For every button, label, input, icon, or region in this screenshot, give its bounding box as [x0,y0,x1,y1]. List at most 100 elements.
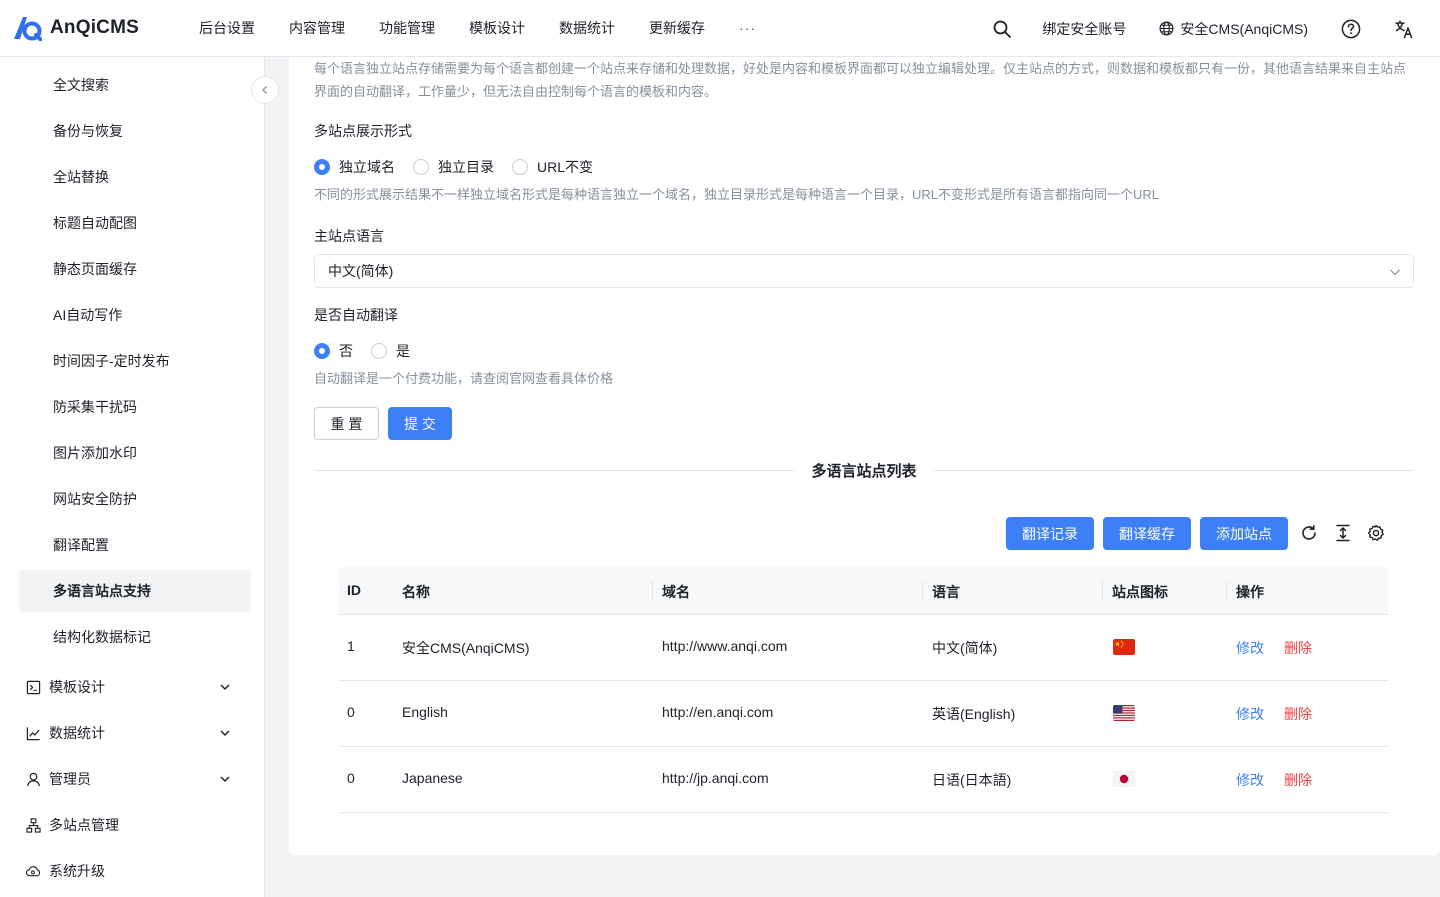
column-header-name: 名称 [402,584,430,600]
cell-domain: http://en.anqi.com [662,704,774,720]
translate-icon[interactable] [1394,19,1414,39]
site-switcher[interactable]: 安全CMS(AnqiCMS) [1159,19,1308,39]
cell-language: 英语(English) [932,706,1016,722]
help-icon[interactable] [1341,19,1361,39]
user-icon [25,771,41,787]
cell-id: 0 [347,770,355,786]
sidebar-item-ai-writing[interactable]: AI自动写作 [19,294,251,336]
multilang-intro-text: 每个语言独立站点存储需要为每个语言都创建一个站点来存储和处理数据，好处是内容和模… [314,61,1407,99]
column-header-domain: 域名 [662,584,690,600]
sidebar-group-admin[interactable]: 管理员 [19,758,251,800]
submit-button[interactable]: 提 交 [388,407,452,440]
refresh-icon[interactable] [1299,523,1319,543]
sidebar-collapse-button[interactable] [251,76,279,104]
reset-button[interactable]: 重 置 [314,407,379,440]
main-language-select[interactable]: 中文(简体) [314,254,1414,288]
delete-link[interactable]: 删除 [1284,770,1312,790]
settings-icon[interactable] [1366,523,1386,543]
sidebar-group-template[interactable]: 模板设计 [19,666,251,708]
topnav-template[interactable]: 模板设计 [469,18,525,38]
cell-name: Japanese [402,770,463,786]
add-site-button[interactable]: 添加站点 [1200,517,1288,550]
radio-independent-domain[interactable]: 独立域名 [314,157,395,177]
sidebar-group-label: 模板设计 [49,679,105,695]
delete-link[interactable]: 删除 [1284,704,1312,724]
radio-dot [413,159,429,175]
display-mode-radio-group: 独立域名 独立目录 URL不变 [314,157,611,177]
topnav-more[interactable]: ··· [739,20,756,36]
sidebar-item-structured-data[interactable]: 结构化数据标记 [19,616,251,658]
chevron-down-icon [1389,265,1401,281]
radio-independent-directory[interactable]: 独立目录 [413,157,494,177]
top-nav: 后台设置 内容管理 功能管理 模板设计 数据统计 更新缓存 ··· [199,18,756,38]
sidebar-group-multisite[interactable]: 多站点管理 [19,804,251,846]
column-separator [1102,581,1103,601]
sidebar-item-security[interactable]: 网站安全防护 [19,478,251,520]
density-icon[interactable] [1333,523,1353,543]
cell-language: 中文(简体) [932,640,998,656]
edit-link[interactable]: 修改 [1236,770,1264,790]
sidebar-item-anti-scrape[interactable]: 防采集干扰码 [19,386,251,428]
sidebar-item-fulltext-search[interactable]: 全文搜索 [19,64,251,106]
bind-account-link[interactable]: 绑定安全账号 [1042,19,1126,39]
column-header-actions: 操作 [1236,584,1264,600]
edit-link[interactable]: 修改 [1236,638,1264,658]
display-mode-label: 多站点展示形式 [314,123,412,139]
top-bar: AnQiCMS 后台设置 内容管理 功能管理 模板设计 数据统计 更新缓存 ··… [0,0,1440,57]
cell-id: 0 [347,704,355,720]
auto-translate-help: 自动翻译是一个付费功能，请查阅官网查看具体价格 [314,371,614,386]
column-separator [922,581,923,601]
sidebar-item-backup[interactable]: 备份与恢复 [19,110,251,152]
table-row: 1 安全CMS(AnqiCMS) http://www.anqi.com 中文(… [339,615,1388,681]
radio-dot [314,343,330,359]
column-separator [652,581,653,601]
sidebar-item-static-cache[interactable]: 静态页面缓存 [19,248,251,290]
chevron-down-icon [219,772,231,788]
sidebar-item-translate-config[interactable]: 翻译配置 [19,524,251,566]
table-header: ID 名称 域名 语言 站点图标 操作 [339,567,1388,615]
sidebar-item-watermark[interactable]: 图片添加水印 [19,432,251,474]
radio-url-unchanged[interactable]: URL不变 [512,157,593,177]
app-name: AnQiCMS [50,17,140,38]
app-logo[interactable]: AnQiCMS [12,15,192,42]
sidebar-group-label: 系统升级 [49,863,105,879]
sidebar-item-timed-publish[interactable]: 时间因子-定时发布 [19,340,251,382]
cloud-icon [25,863,41,879]
radio-auto-translate-no[interactable]: 否 [314,341,353,361]
sidebar-item-multilang[interactable]: 多语言站点支持 [19,570,251,612]
chevron-down-icon [219,726,231,742]
topnav-backend-settings[interactable]: 后台设置 [199,18,255,38]
translation-log-button[interactable]: 翻译记录 [1006,517,1094,550]
translation-cache-button[interactable]: 翻译缓存 [1103,517,1191,550]
topnav-cache[interactable]: 更新缓存 [649,18,705,38]
chevron-down-icon [219,680,231,696]
template-icon [25,679,41,695]
main-language-label: 主站点语言 [314,228,384,244]
main-card: 每个语言独立站点存储需要为每个语言都创建一个站点来存储和处理数据，好处是内容和模… [289,57,1440,855]
delete-link[interactable]: 删除 [1284,638,1312,658]
chevron-left-icon [262,86,267,94]
topnav-content[interactable]: 内容管理 [289,18,345,38]
main-language-value: 中文(简体) [328,263,394,279]
cell-name: 安全CMS(AnqiCMS) [402,640,530,656]
topnav-stats[interactable]: 数据统计 [559,18,615,38]
table-row: 0 Japanese http://jp.anqi.com 日语(日本語) 修改… [339,747,1388,813]
auto-translate-radio-group: 否 是 [314,341,428,361]
sidebar-item-auto-image[interactable]: 标题自动配图 [19,202,251,244]
site-list-title: 多语言站点列表 [795,463,933,480]
edit-link[interactable]: 修改 [1236,704,1264,724]
table-row: 0 English http://en.anqi.com 英语(English)… [339,681,1388,747]
sidebar-group-upgrade[interactable]: 系统升级 [19,850,251,892]
sidebar-item-replace[interactable]: 全站替换 [19,156,251,198]
radio-dot [512,159,528,175]
site-list-table: ID 名称 域名 语言 站点图标 操作 1 安全CMS(AnqiCMS) htt… [339,567,1388,813]
radio-auto-translate-yes[interactable]: 是 [371,341,410,361]
sitemap-icon [25,817,41,833]
search-icon[interactable] [993,20,1012,38]
topnav-features[interactable]: 功能管理 [379,18,435,38]
logo-icon [12,15,43,42]
sidebar-group-label: 多站点管理 [49,817,119,833]
sidebar-group-stats[interactable]: 数据统计 [19,712,251,754]
column-separator [1226,581,1227,601]
radio-label: 否 [339,343,353,359]
